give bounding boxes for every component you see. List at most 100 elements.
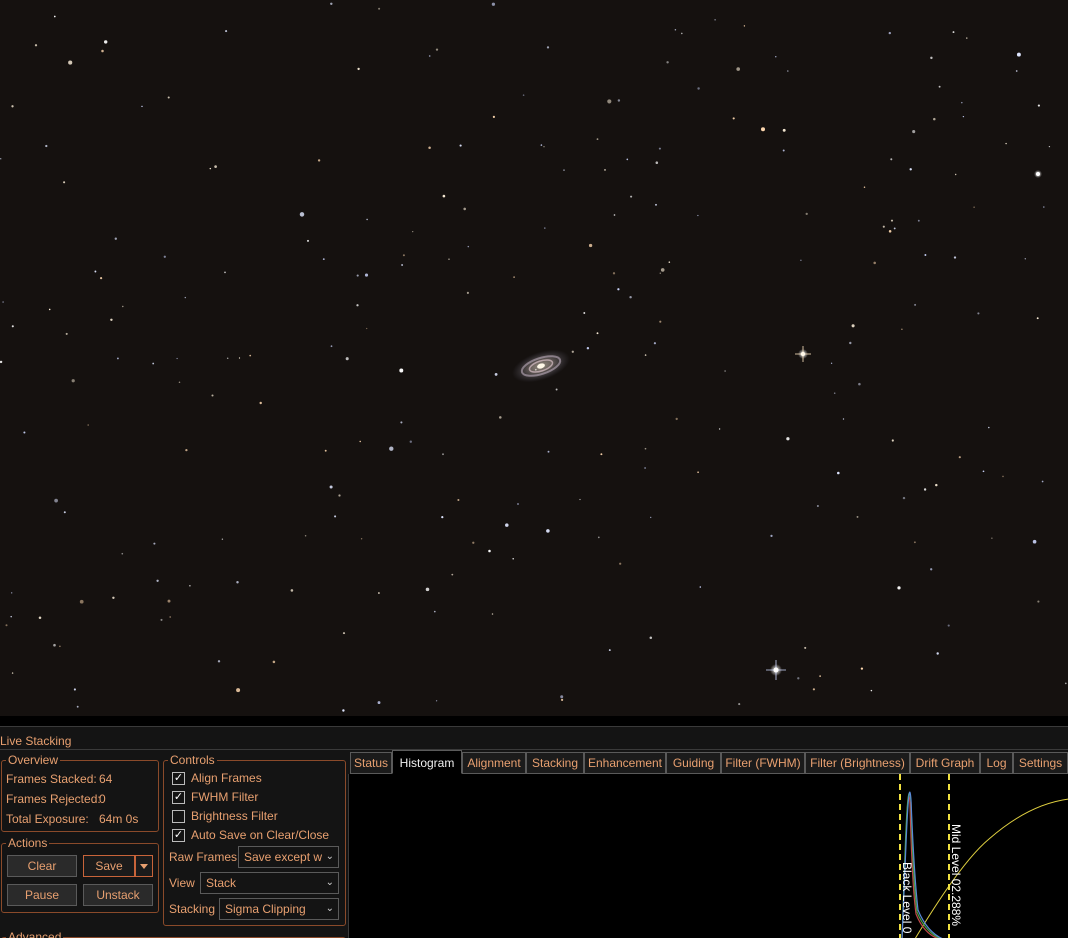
star — [830, 362, 833, 364]
star — [448, 258, 450, 261]
controls-label: Controls — [168, 753, 217, 767]
star — [433, 610, 436, 613]
stacked-image-view[interactable] — [0, 0, 1068, 716]
star — [805, 212, 808, 216]
raw-frames-select[interactable]: Save except w ⌄ — [238, 846, 339, 868]
align-frames-label: Align Frames — [191, 771, 262, 785]
star — [629, 295, 632, 299]
star — [653, 342, 657, 345]
star — [467, 245, 470, 248]
star — [870, 689, 873, 692]
checkmark-icon[interactable]: ✓ — [172, 791, 185, 804]
star — [697, 471, 699, 474]
star — [617, 288, 620, 291]
tab-enhancement[interactable]: Enhancement — [584, 752, 666, 774]
star — [167, 96, 170, 99]
tab-status[interactable]: Status — [350, 752, 392, 774]
histogram-view[interactable]: Black Level 0 Mid Level 02.288% — [348, 774, 1068, 938]
star — [775, 56, 777, 58]
star — [699, 586, 702, 588]
stacking-label: Stacking — [169, 902, 216, 916]
tab-filter-brightness[interactable]: Filter (Brightness) — [805, 752, 910, 774]
star — [360, 538, 363, 540]
clear-button[interactable]: Clear — [7, 855, 77, 877]
star — [860, 667, 864, 670]
star — [73, 688, 76, 691]
star — [596, 332, 599, 335]
tab-histogram[interactable]: Histogram — [392, 750, 462, 774]
pause-button[interactable]: Pause — [7, 884, 77, 906]
star — [492, 115, 495, 118]
star — [649, 636, 653, 640]
tab-drift-graph[interactable]: Drift Graph — [910, 752, 980, 774]
star — [644, 447, 647, 450]
tab-filter-fwhm[interactable]: Filter (FWHM) — [721, 752, 805, 774]
star — [863, 186, 866, 189]
tab-guiding[interactable]: Guiding — [666, 752, 721, 774]
tab-settings[interactable]: Settings — [1013, 752, 1068, 774]
view-select[interactable]: Stack ⌄ — [200, 872, 339, 894]
star — [121, 552, 124, 555]
star — [409, 440, 412, 443]
checkmark-icon[interactable]: ✓ — [172, 772, 185, 785]
star — [608, 649, 611, 652]
star — [23, 431, 26, 434]
star — [583, 312, 586, 314]
advanced-label[interactable]: Advanced — [6, 930, 64, 938]
star — [53, 643, 56, 647]
tab-log[interactable]: Log — [980, 752, 1013, 774]
star — [377, 701, 381, 705]
save-button[interactable]: Save — [83, 855, 135, 877]
star — [1037, 600, 1040, 603]
star — [169, 616, 172, 618]
star — [299, 212, 305, 217]
star — [891, 439, 894, 442]
star — [675, 417, 678, 421]
star — [428, 55, 431, 57]
star — [63, 181, 66, 184]
checkmark-icon[interactable]: ✓ — [172, 829, 185, 842]
star — [962, 115, 965, 118]
star — [890, 219, 894, 222]
star — [249, 354, 252, 357]
star — [930, 568, 933, 571]
star — [513, 276, 515, 278]
star — [330, 345, 333, 348]
star — [586, 346, 590, 350]
brightness-filter-label: Brightness Filter — [191, 809, 278, 823]
star — [156, 579, 159, 582]
save-dropdown-button[interactable] — [135, 855, 153, 877]
stacking-select[interactable]: Sigma Clipping ⌄ — [219, 898, 339, 920]
star — [0, 360, 3, 364]
star — [76, 705, 79, 708]
star — [209, 167, 212, 170]
fwhm-filter-label: FWHM Filter — [191, 790, 259, 804]
star — [176, 357, 178, 360]
auto-save-label: Auto Save on Clear/Close — [191, 828, 330, 842]
star — [982, 470, 985, 473]
stretch-curve — [914, 798, 1068, 938]
star — [364, 273, 369, 277]
star — [933, 117, 936, 121]
star — [888, 230, 892, 233]
star — [345, 357, 349, 361]
star — [11, 592, 13, 594]
star — [110, 318, 113, 322]
star — [153, 542, 156, 545]
empty-checkbox-icon[interactable] — [172, 810, 185, 823]
star — [122, 305, 124, 308]
star — [185, 448, 188, 452]
view-label: View — [169, 876, 195, 890]
star — [786, 437, 790, 441]
star — [935, 483, 938, 487]
star — [604, 169, 606, 171]
unstack-button[interactable]: Unstack — [83, 884, 153, 906]
star — [272, 660, 276, 664]
star — [913, 541, 916, 544]
star — [681, 32, 683, 35]
tab-stacking[interactable]: Stacking — [526, 752, 584, 774]
star — [804, 646, 807, 649]
star — [428, 146, 431, 149]
tab-alignment[interactable]: Alignment — [462, 752, 526, 774]
controls-group: Controls ✓ Align Frames ✓ FWHM Filter Br… — [163, 753, 346, 926]
